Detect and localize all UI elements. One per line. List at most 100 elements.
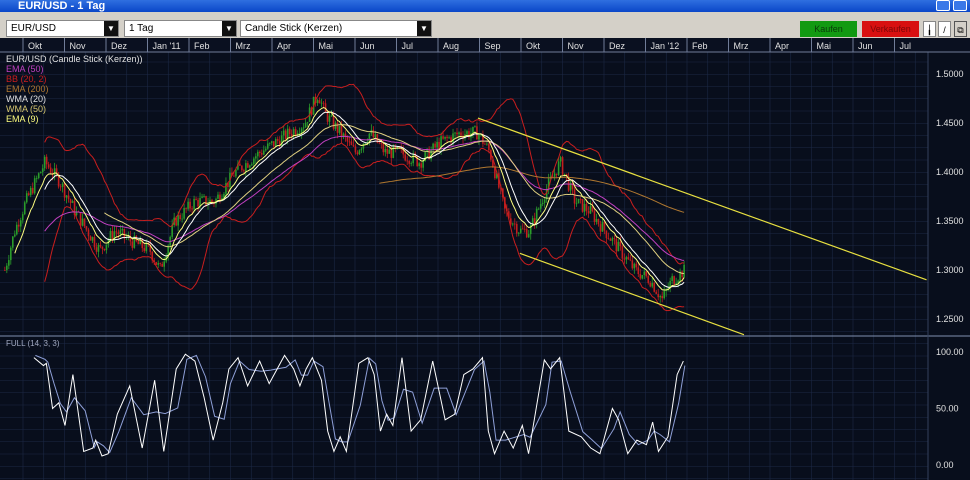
symbol-select[interactable]: EUR/USD ▼: [6, 20, 119, 37]
candle-body: [374, 134, 377, 138]
buy-button[interactable]: Kaufen: [800, 21, 857, 37]
candle-body: [541, 202, 544, 205]
candle-body: [284, 130, 287, 140]
restore-button[interactable]: [953, 0, 967, 11]
candle-body: [12, 236, 14, 248]
candle-body: [251, 164, 253, 166]
month-label: Mrz: [236, 41, 251, 51]
candle-body: [454, 132, 456, 134]
candle-body: [623, 258, 626, 260]
candle-body: [49, 167, 52, 174]
candle-body: [621, 246, 624, 259]
candle-body: [328, 115, 331, 122]
month-label: Nov: [568, 41, 585, 51]
candle-body: [53, 168, 56, 176]
candle-body: [631, 260, 634, 269]
minimize-button[interactable]: [936, 0, 950, 11]
candle-body: [488, 143, 490, 151]
detach-window-icon[interactable]: ⧉: [954, 21, 967, 37]
candle-body: [392, 145, 395, 158]
candle-body: [41, 168, 44, 172]
candle-body: [410, 163, 413, 164]
candle-body: [635, 263, 638, 268]
candle-body: [645, 271, 648, 277]
candle-body: [25, 193, 28, 203]
candle-body: [326, 111, 329, 122]
price-chart[interactable]: Okt Nov Dez Jan '11 Feb Mrz Apr Mai Jun Jul Aug Sep…: [0, 38, 970, 480]
candle-body: [93, 237, 96, 248]
candle-body: [21, 214, 24, 221]
candle-body: [683, 264, 685, 278]
candle-body: [31, 187, 34, 194]
chevron-down-icon[interactable]: ▼: [104, 21, 118, 36]
candle-body: [119, 230, 122, 235]
candle-body: [203, 196, 205, 197]
toolbar: EUR/USD ▼ 1 Tag ▼ Candle Stick (Kerzen) ▼ K…: [0, 12, 970, 38]
chart-type-select[interactable]: Candle Stick (Kerzen) ▼: [240, 20, 432, 37]
candle-body: [276, 139, 279, 141]
chevron-down-icon[interactable]: ▼: [222, 21, 236, 36]
candle-body: [420, 163, 422, 168]
candle-body: [330, 115, 333, 117]
candle-body: [63, 183, 66, 198]
candle-body: [191, 208, 193, 210]
candle-body: [521, 228, 524, 230]
candle-body: [103, 248, 106, 251]
candle-body: [563, 173, 566, 175]
candle-body: [294, 129, 297, 135]
legend-item: EMA (200): [6, 84, 49, 94]
candle-body: [79, 212, 82, 226]
candle-body: [681, 271, 683, 278]
bar-chart-icon[interactable]: ╽: [923, 21, 936, 37]
candle-body: [233, 175, 235, 177]
chart-type-value: Candle Stick (Kerzen): [245, 23, 343, 34]
candle-body: [617, 241, 620, 252]
candle-body: [8, 260, 10, 266]
interval-select[interactable]: 1 Tag ▼: [124, 20, 237, 37]
candle-body: [350, 141, 353, 146]
candle-body: [338, 125, 341, 133]
candle-body: [559, 157, 562, 162]
candle-body: [539, 204, 542, 209]
candle-body: [322, 102, 325, 104]
interval-value: 1 Tag: [129, 23, 154, 34]
candle-body: [513, 223, 516, 225]
candle-body: [211, 199, 213, 202]
candle-body: [71, 201, 74, 203]
candle-body: [641, 275, 644, 279]
candle-body: [43, 156, 46, 169]
draw-line-icon[interactable]: /: [938, 21, 951, 37]
candle-body: [412, 153, 414, 164]
candle-body: [306, 121, 309, 123]
candle-body: [241, 165, 243, 171]
candle-body: [181, 218, 183, 220]
candle-body: [382, 143, 385, 153]
candle-body: [649, 282, 652, 287]
candle-body: [384, 148, 387, 153]
candle-body: [243, 170, 245, 172]
sell-button[interactable]: Verkaufen: [862, 21, 919, 37]
candle-body: [111, 230, 114, 240]
chevron-down-icon[interactable]: ▼: [417, 21, 431, 36]
candle-body: [270, 141, 273, 143]
candle-body: [589, 206, 592, 214]
candle-body: [647, 276, 650, 283]
candle-body: [121, 228, 124, 231]
candle-body: [517, 232, 520, 234]
candle-body: [185, 208, 187, 209]
candle-body: [282, 130, 285, 136]
legend-item: EMA (9): [6, 114, 39, 124]
candle-body: [386, 148, 389, 154]
candle-body: [83, 218, 86, 227]
candle-body: [17, 224, 20, 227]
candle-body: [557, 161, 560, 175]
candle-body: [577, 198, 580, 204]
candle-body: [583, 203, 586, 212]
price-tick-label: 1.3500: [936, 216, 964, 226]
candle-body: [23, 202, 26, 215]
candle-body: [193, 198, 195, 210]
month-label: Nov: [70, 41, 87, 51]
candle-body: [438, 141, 440, 150]
candle-body: [651, 282, 654, 287]
candle-body: [189, 201, 191, 209]
